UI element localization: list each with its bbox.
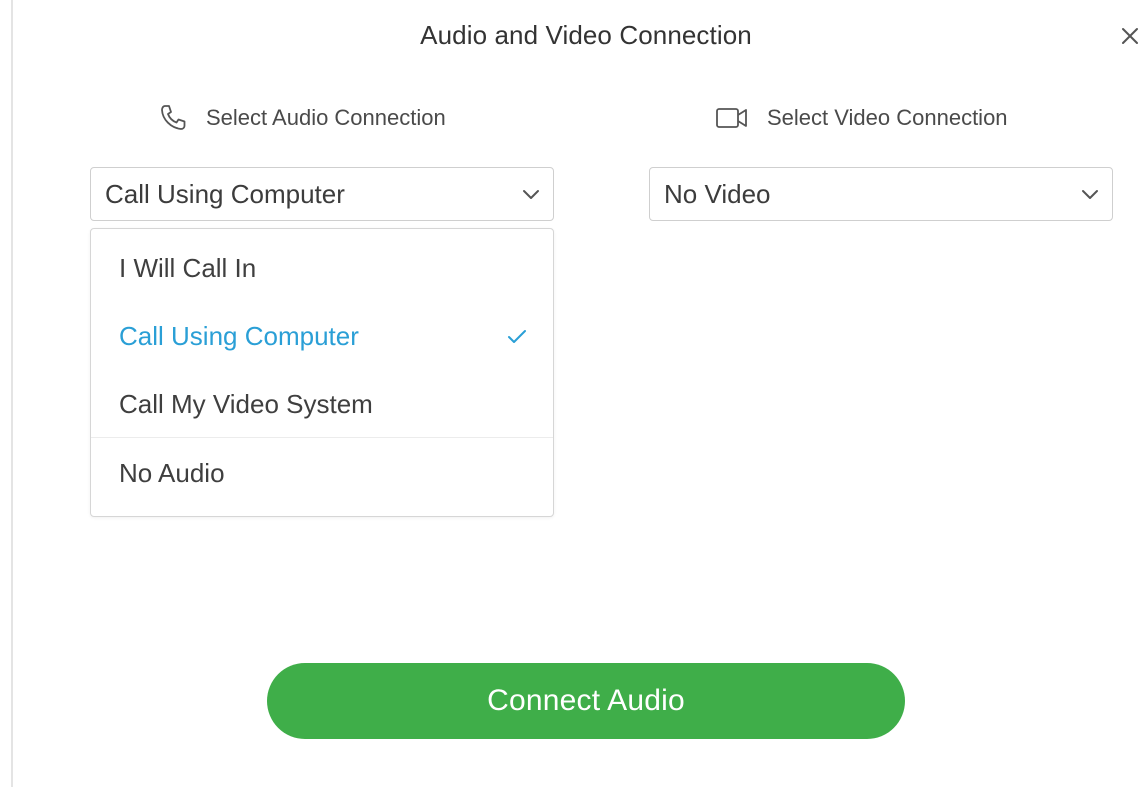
- checkmark-icon: [505, 324, 529, 348]
- phone-icon: [158, 103, 188, 133]
- chevron-down-icon: [519, 182, 543, 206]
- menu-item-label: Call Using Computer: [119, 320, 359, 351]
- audio-video-dialog: Audio and Video Connection Select Audio …: [0, 0, 1148, 787]
- audio-connection-select[interactable]: Call Using Computer: [90, 167, 554, 221]
- connect-audio-button[interactable]: Connect Audio: [267, 663, 905, 739]
- audio-option-call-my-video-system[interactable]: Call My Video System: [91, 370, 553, 438]
- dialog-left-border: [11, 0, 13, 787]
- audio-options-menu: I Will Call In Call Using Computer Call …: [90, 228, 554, 517]
- audio-section-label: Select Audio Connection: [158, 100, 446, 136]
- dialog-title: Audio and Video Connection: [420, 20, 752, 50]
- menu-item-label: Call My Video System: [119, 388, 373, 419]
- audio-option-no-audio[interactable]: No Audio: [91, 439, 553, 507]
- audio-option-call-in[interactable]: I Will Call In: [91, 234, 553, 302]
- audio-option-call-using-computer[interactable]: Call Using Computer: [91, 302, 553, 370]
- video-select-value: No Video: [664, 178, 771, 209]
- video-section-label: Select Video Connection: [715, 100, 1008, 136]
- video-connection-select[interactable]: No Video: [649, 167, 1113, 221]
- close-icon[interactable]: [1118, 24, 1142, 48]
- video-section-label-text: Select Video Connection: [767, 105, 1008, 130]
- audio-select-value: Call Using Computer: [105, 178, 345, 209]
- menu-item-label: No Audio: [119, 457, 225, 488]
- audio-section-label-text: Select Audio Connection: [206, 105, 446, 130]
- video-camera-icon: [715, 105, 749, 131]
- menu-item-label: I Will Call In: [119, 252, 257, 283]
- menu-divider: [91, 437, 553, 438]
- chevron-down-icon: [1078, 182, 1102, 206]
